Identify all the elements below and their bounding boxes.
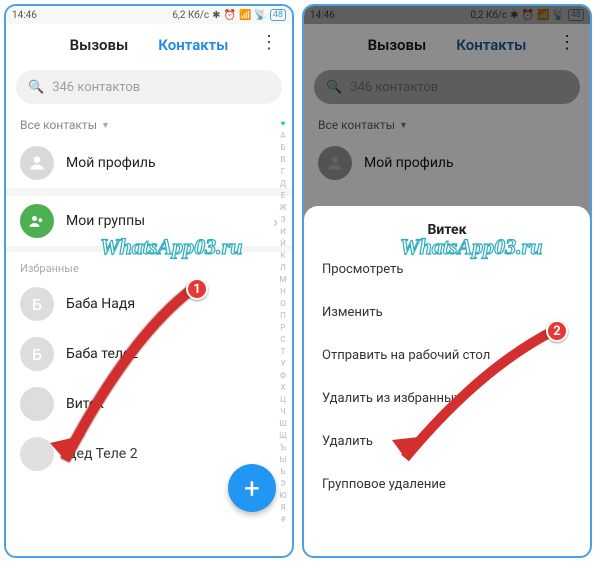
context-menu-sheet: Витек Просмотреть Изменить Отправить на … bbox=[304, 206, 590, 556]
alarm-icon: ⏰ bbox=[224, 10, 236, 21]
section-favorites: Избранные bbox=[6, 252, 292, 279]
menu-delete[interactable]: Удалить bbox=[304, 420, 590, 463]
group-icon bbox=[20, 204, 54, 238]
heart-icon: ♥ bbox=[277, 118, 289, 130]
clock: 14:46 bbox=[12, 10, 37, 21]
menu-group-delete[interactable]: Групповое удаление bbox=[304, 463, 590, 506]
my-groups-row[interactable]: Мои группы › bbox=[6, 196, 292, 246]
phone-right: 14:46 0,2 Кб/с ✱ ⏰ 📶 📡 48 Вызовы Контакт… bbox=[302, 4, 592, 558]
search-input[interactable]: 🔍 346 контактов bbox=[16, 70, 282, 104]
search-icon: 🔍 bbox=[28, 80, 44, 95]
net-speed: 6,2 Кб/с bbox=[172, 10, 209, 21]
annotation-badge-1: 1 bbox=[186, 278, 208, 300]
menu-view[interactable]: Просмотреть bbox=[304, 248, 590, 291]
add-contact-fab[interactable]: + bbox=[228, 464, 276, 512]
avatar-photo bbox=[20, 437, 54, 471]
my-profile-label: Мой профиль bbox=[66, 155, 278, 171]
tab-bar: Вызовы Контакты ⋮ bbox=[6, 24, 292, 66]
avatar-initial: Б bbox=[20, 337, 54, 371]
avatar-photo bbox=[20, 387, 54, 421]
contact-row[interactable]: Витек bbox=[6, 379, 292, 429]
battery-icon: 48 bbox=[270, 9, 286, 21]
filter-label: Все контакты bbox=[20, 118, 97, 132]
contact-name: Дед Теле 2 bbox=[66, 446, 278, 462]
index-scroller[interactable]: ♥ АБВГДЕЖЗИЙКЛМНОПРСТУФХЦЧШЩЪЫЬЭЮЯ# bbox=[277, 118, 289, 546]
plus-icon: + bbox=[244, 472, 260, 505]
my-groups-label: Мои группы bbox=[66, 213, 261, 229]
status-bar: 14:46 6,2 Кб/с ✱ ⏰ 📶 📡 48 bbox=[6, 6, 292, 24]
contact-name: Баба Надя bbox=[66, 296, 278, 312]
contacts-filter[interactable]: Все контакты ▼ bbox=[6, 112, 292, 138]
person-icon bbox=[20, 146, 54, 180]
chevron-down-icon: ▼ bbox=[101, 120, 110, 131]
wifi-icon: 📡 bbox=[254, 10, 266, 21]
search-placeholder: 346 контактов bbox=[52, 80, 140, 95]
annotation-badge-2: 2 bbox=[546, 320, 568, 342]
signal-icon: 📶 bbox=[239, 10, 251, 21]
avatar-initial: Б bbox=[20, 287, 54, 321]
contact-name: Витек bbox=[66, 396, 278, 412]
bluetooth-icon: ✱ bbox=[212, 10, 220, 21]
sheet-title: Витек bbox=[304, 216, 590, 248]
tab-calls[interactable]: Вызовы bbox=[70, 36, 129, 54]
menu-remove-favorite[interactable]: Удалить из избранных bbox=[304, 377, 590, 420]
phone-left: 14:46 6,2 Кб/с ✱ ⏰ 📶 📡 48 Вызовы Контакт… bbox=[4, 4, 294, 558]
contact-name: Баба теле2 bbox=[66, 346, 278, 362]
more-menu-icon[interactable]: ⋮ bbox=[260, 34, 278, 52]
contact-row[interactable]: Б Баба Надя bbox=[6, 279, 292, 329]
menu-send-to-desktop[interactable]: Отправить на рабочий стол bbox=[304, 334, 590, 377]
contact-row[interactable]: Б Баба теле2 bbox=[6, 329, 292, 379]
my-profile-row[interactable]: Мой профиль bbox=[6, 138, 292, 188]
tab-contacts[interactable]: Контакты bbox=[158, 36, 228, 54]
